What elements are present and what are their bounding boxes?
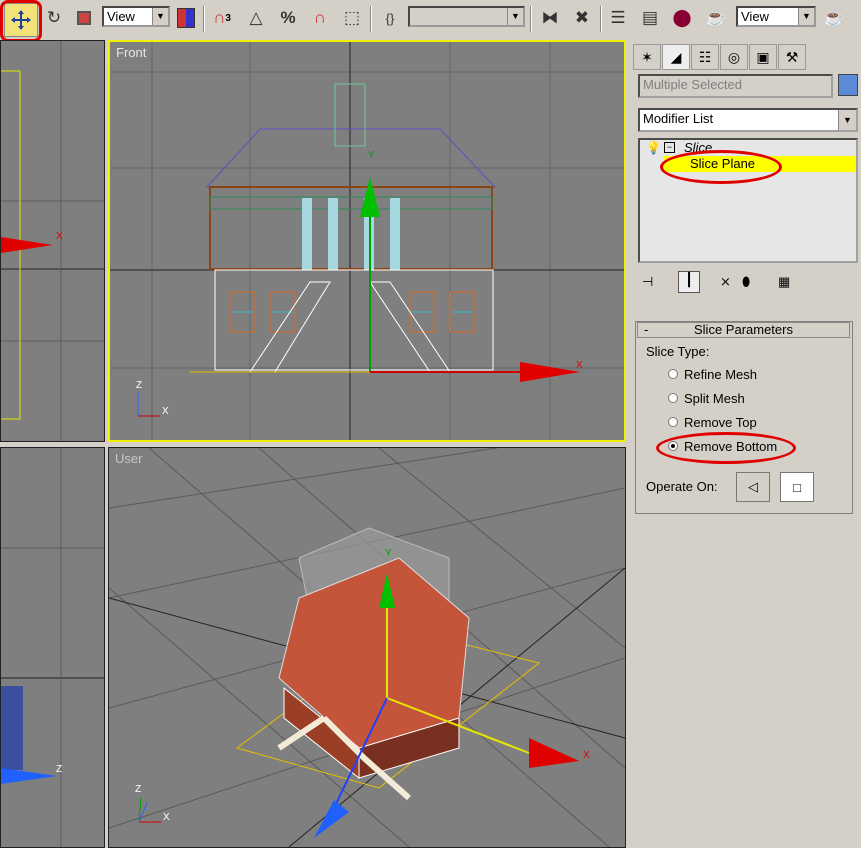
- chevron-down-icon: ▼: [798, 8, 814, 25]
- rollout-header[interactable]: - Slice Parameters: [637, 322, 850, 338]
- rollout-title: Slice Parameters: [694, 322, 793, 337]
- tripod-x-label: X: [163, 812, 170, 823]
- named-selection-dropdown[interactable]: ▼: [408, 6, 525, 27]
- chevron-down-icon: ▼: [507, 8, 523, 25]
- toolbar-separator: [370, 6, 372, 32]
- axis-z-label: Z: [56, 764, 63, 775]
- viewport-front[interactable]: Front X Y X Z: [108, 40, 626, 442]
- reference-coord-dropdown[interactable]: View ▼: [102, 6, 170, 27]
- viewport-top[interactable]: X: [0, 40, 105, 442]
- chevron-down-icon: ▼: [838, 110, 856, 130]
- percent-label: %: [280, 8, 296, 27]
- material-editor-icon[interactable]: ⬤: [668, 4, 696, 32]
- viewport-user[interactable]: User X Y X Z: [108, 447, 626, 848]
- front-scene: [110, 42, 624, 440]
- operate-on-label: Operate On:: [646, 479, 718, 494]
- main-toolbar: ↻ View ▼ ∩ 3 △ % ∩ ⬚ {} ▼ ⧓ ✖ ☰ ▤ ⬤ ☕ View…: [0, 0, 861, 42]
- split-mesh-label[interactable]: Split Mesh: [684, 391, 745, 406]
- tripod-z-label: Z: [136, 380, 143, 391]
- radio-remove-top[interactable]: [668, 417, 678, 427]
- toolbar-separator: [203, 6, 205, 32]
- snap-label: 3: [225, 12, 231, 24]
- gizmo-x-label: X: [576, 360, 583, 371]
- render-type-value: View: [741, 9, 769, 24]
- operate-on-polygons-button[interactable]: □: [780, 472, 814, 502]
- object-name-value: Multiple Selected: [643, 77, 742, 92]
- radio-refine-mesh[interactable]: [668, 369, 678, 379]
- select-scale-icon[interactable]: [70, 4, 98, 32]
- stack-toolbar: ⊣ ┃ ⨯ ⬮ ▦: [642, 271, 852, 294]
- axis-x-label: X: [56, 231, 63, 242]
- annotation-circle: [660, 150, 782, 184]
- schematic-view-icon[interactable]: ▤: [636, 4, 664, 32]
- object-name-field[interactable]: Multiple Selected: [638, 74, 833, 98]
- spinner-snap-icon[interactable]: ∩: [306, 4, 334, 32]
- quick-render-icon[interactable]: ☕: [820, 4, 848, 32]
- slice-type-label: Slice Type:: [646, 344, 710, 359]
- gizmo-y-label: Y: [368, 150, 375, 161]
- gizmo-x-label: X: [583, 750, 590, 761]
- polygon-icon: □: [793, 479, 801, 495]
- create-tab-icon[interactable]: ✶: [633, 44, 661, 70]
- annotation-circle: [656, 432, 796, 464]
- user-scene: [109, 448, 625, 847]
- render-type-dropdown[interactable]: View ▼: [736, 6, 816, 27]
- align-icon[interactable]: ✖: [568, 4, 596, 32]
- percent-snap-icon[interactable]: %: [274, 4, 302, 32]
- viewport-top-grid: [1, 41, 104, 441]
- object-color-swatch[interactable]: [838, 74, 858, 96]
- tripod-z-label: Z: [135, 784, 142, 795]
- remove-top-label[interactable]: Remove Top: [684, 415, 757, 430]
- utilities-tab-icon[interactable]: ⚒: [778, 44, 806, 70]
- hierarchy-tab-icon[interactable]: ☷: [691, 44, 719, 70]
- mirror-icon[interactable]: ⧓: [536, 4, 564, 32]
- face-icon: ◁: [748, 479, 758, 494]
- annotation-circle: [0, 0, 42, 42]
- viewport-left[interactable]: Z: [0, 447, 105, 848]
- modify-tab-icon[interactable]: ◢: [662, 44, 690, 70]
- modifier-list-value: Modifier List: [643, 111, 714, 126]
- motion-tab-icon[interactable]: ◎: [720, 44, 748, 70]
- named-selection-icon[interactable]: ⬚: [338, 4, 366, 32]
- collapse-icon[interactable]: −: [664, 142, 675, 153]
- refine-mesh-label[interactable]: Refine Mesh: [684, 367, 757, 382]
- reference-coord-value: View: [107, 9, 135, 24]
- viewport-left-grid: [1, 448, 104, 847]
- lightbulb-icon[interactable]: 💡: [646, 141, 661, 155]
- rollout-collapse-icon: -: [644, 322, 649, 337]
- render-scene-icon[interactable]: ☕: [702, 4, 730, 32]
- angle-snap-icon[interactable]: △: [242, 4, 270, 32]
- pivot-center-icon[interactable]: [172, 4, 200, 32]
- tripod-x-label: X: [162, 406, 169, 417]
- edit-named-selection-icon[interactable]: {}: [376, 4, 404, 32]
- toolbar-separator: [530, 6, 532, 32]
- select-rotate-icon[interactable]: ↻: [40, 4, 68, 32]
- show-end-result-icon[interactable]: ┃: [678, 271, 700, 293]
- remove-modifier-icon[interactable]: ⬮: [742, 274, 750, 290]
- snap-3d-icon[interactable]: ∩ 3: [208, 4, 236, 32]
- track-view-icon[interactable]: ☰: [604, 4, 632, 32]
- pin-stack-icon[interactable]: ⊣: [642, 274, 653, 290]
- make-unique-icon[interactable]: ⨯: [720, 274, 731, 290]
- modifier-list-dropdown[interactable]: Modifier List ▼: [638, 108, 858, 132]
- chevron-down-icon: ▼: [152, 8, 168, 25]
- toolbar-separator: [600, 6, 602, 32]
- display-tab-icon[interactable]: ▣: [749, 44, 777, 70]
- operate-on-faces-button[interactable]: ◁: [736, 472, 770, 502]
- configure-sets-icon[interactable]: ▦: [778, 274, 790, 290]
- gizmo-y-label: Y: [385, 548, 392, 559]
- radio-split-mesh[interactable]: [668, 393, 678, 403]
